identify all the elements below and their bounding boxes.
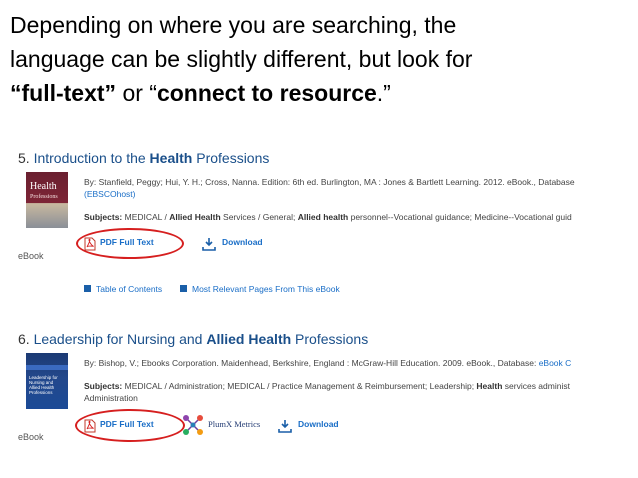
byline: By: Stanfield, Peggy; Hui, Y. H.; Cross,… (84, 177, 575, 187)
relevant-pages-icon (180, 285, 187, 292)
format-label: eBook (18, 432, 44, 442)
subject-text: MEDICAL / Administration; MEDICAL / Prac… (122, 381, 477, 391)
book-cover-image[interactable]: Leadership for Nursing and Allied Health… (26, 353, 68, 409)
download-icon (278, 420, 292, 433)
title-highlight: Health (149, 150, 193, 166)
heading-line-2: language can be slightly different, but … (10, 46, 473, 72)
result-number: 6. (18, 331, 30, 347)
cover-subtitle: Professions (30, 194, 58, 200)
highlight-circle (75, 409, 185, 442)
database-link-row: (EBSCOhost) (84, 189, 136, 199)
quote-open: “ (10, 80, 22, 106)
cover-title: Health (30, 181, 57, 192)
heading-line-3: “full-text” or “connect to resource.” (10, 76, 630, 110)
download-link[interactable]: Download (222, 237, 263, 247)
result-item-5: 5. Introduction to the Health Profession… (18, 150, 630, 300)
table-of-contents-link[interactable]: Table of Contents (84, 284, 162, 294)
cover-title: Leadership for Nursing and Allied Health… (29, 375, 58, 395)
subject-text-2: Services / General; (220, 212, 298, 222)
byline: By: Bishop, V.; Ebooks Corporation. Maid… (84, 358, 571, 368)
byline-text: By: Bishop, V.; Ebooks Corporation. Maid… (84, 358, 539, 368)
relevant-pages-label: Most Relevant Pages From This eBook (192, 284, 340, 294)
cover-stripe (26, 365, 68, 370)
subjects-label: Subjects: (84, 212, 123, 222)
subjects-row-2: Administration (84, 393, 138, 403)
format-label: eBook (18, 251, 44, 261)
subject-text-3: personnel--Vocational guidance; Medicine… (348, 212, 572, 222)
title-text-end: Professions (291, 331, 369, 347)
toc-label: Table of Contents (96, 284, 163, 294)
result-title-5[interactable]: 5. Introduction to the Health Profession… (18, 150, 269, 166)
plumx-metrics-link[interactable]: PlumX Metrics (208, 419, 260, 429)
table-of-contents-icon (84, 285, 91, 292)
download-link[interactable]: Download (298, 419, 339, 429)
or-text: or “ (116, 80, 157, 106)
subject-highlight: Allied Health (169, 212, 221, 222)
result-title-6[interactable]: 6. Leadership for Nursing and Allied Hea… (18, 331, 368, 347)
database-link[interactable]: (EBSCOhost) (84, 189, 136, 199)
result-item-6: 6. Leadership for Nursing and Allied Hea… (18, 331, 630, 471)
relevant-pages-link[interactable]: Most Relevant Pages From This eBook (180, 284, 340, 294)
subject-highlight-2: Allied health (297, 212, 349, 222)
result-number: 5. (18, 150, 30, 166)
slide-heading: Depending on where you are searching, th… (10, 8, 630, 110)
title-text-end: Professions (192, 150, 270, 166)
download-icon (202, 238, 216, 251)
result-actions: PDF Full Text PlumX Metrics Download (75, 409, 382, 442)
plumx-icon (183, 415, 203, 435)
subject-text: MEDICAL / (122, 212, 170, 222)
phrase-full-text: full-text” (21, 80, 117, 106)
subjects-label: Subjects: (84, 381, 123, 391)
title-text: Leadership for Nursing and (33, 331, 207, 347)
heading-line-1: Depending on where you are searching, th… (10, 12, 457, 38)
title-text: Introduction to the (33, 150, 150, 166)
highlight-circle (76, 228, 184, 259)
subject-highlight: Health (476, 381, 503, 391)
quote-close: .” (376, 80, 391, 106)
subjects-row: Subjects: MEDICAL / Allied Health Servic… (84, 212, 572, 222)
title-highlight: Allied Health (206, 331, 292, 347)
subject-text-2: services administ (502, 381, 570, 391)
result-actions: PDF Full Text Download (76, 228, 342, 259)
book-cover-image[interactable]: Health Professions (26, 172, 68, 228)
subjects-row: Subjects: MEDICAL / Administration; MEDI… (84, 381, 570, 391)
database-link[interactable]: eBook C (539, 358, 572, 368)
phrase-connect-to-resource: connect to resource (156, 80, 377, 106)
